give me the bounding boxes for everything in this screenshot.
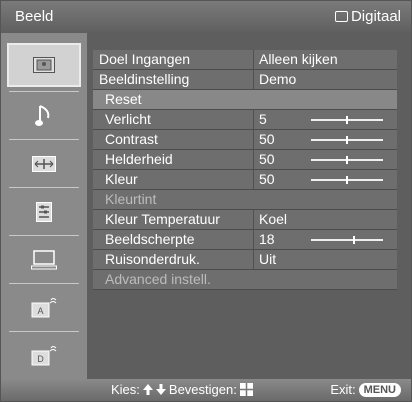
confirm-label: Bevestigen: bbox=[168, 382, 237, 397]
settings-panel: Doel Ingangen Alleen kijken Beeldinstell… bbox=[87, 33, 411, 379]
svg-text:A: A bbox=[37, 306, 43, 316]
column-divider bbox=[253, 150, 254, 169]
setup-list-icon bbox=[36, 202, 52, 222]
setting-label: Beeldscherpte bbox=[105, 231, 195, 247]
monitor-pc-icon bbox=[31, 250, 57, 270]
setting-label: Verlicht bbox=[105, 111, 151, 127]
setting-row-contrast[interactable]: Contrast 50 bbox=[93, 130, 397, 150]
setting-row-verlicht[interactable]: Verlicht 5 bbox=[93, 110, 397, 130]
setting-label: Ruisonderdruk. bbox=[105, 251, 200, 267]
arrow-down-icon bbox=[155, 384, 166, 395]
sidebar-item-screen[interactable] bbox=[1, 141, 87, 187]
sidebar-item-picture[interactable] bbox=[7, 43, 81, 87]
slider-knob[interactable] bbox=[346, 156, 348, 164]
music-note-icon bbox=[35, 105, 50, 126]
setting-label: Contrast bbox=[105, 131, 158, 147]
top-bar: Beeld Digitaal bbox=[1, 1, 411, 33]
setting-row-doel-ingangen[interactable]: Doel Ingangen Alleen kijken bbox=[93, 50, 397, 70]
column-divider bbox=[253, 70, 254, 89]
setting-value: 50 bbox=[259, 131, 275, 147]
setting-row-kleur[interactable]: Kleur 50 bbox=[93, 170, 397, 190]
setting-value: Alleen kijken bbox=[259, 51, 338, 67]
sidebar-item-analog-setup[interactable]: A bbox=[1, 285, 87, 331]
setting-label: Helderheid bbox=[105, 151, 173, 167]
level-slider[interactable] bbox=[311, 156, 383, 164]
setting-row-kleurtint: Kleurtint bbox=[93, 190, 397, 210]
analog-setup-icon: A bbox=[31, 298, 57, 318]
level-slider[interactable] bbox=[311, 236, 383, 244]
setting-value: 50 bbox=[259, 151, 275, 167]
sidebar-item-digital-setup[interactable]: D bbox=[1, 333, 87, 379]
sidebar-item-setup[interactable] bbox=[1, 189, 87, 235]
column-divider bbox=[253, 130, 254, 149]
setting-label: Kleurtint bbox=[105, 191, 157, 207]
column-divider bbox=[253, 50, 254, 69]
setting-row-kleur-temperatuur[interactable]: Kleur Temperatuur Koel bbox=[93, 210, 397, 230]
column-divider bbox=[253, 170, 254, 189]
column-divider bbox=[253, 210, 254, 229]
slider-knob[interactable] bbox=[346, 136, 348, 144]
setting-label: Advanced instell. bbox=[105, 271, 211, 287]
digital-setup-icon: D bbox=[31, 346, 57, 366]
setting-label: Beeldinstelling bbox=[99, 71, 190, 87]
navigation-hint: Kies: Bevestigen: bbox=[111, 382, 253, 397]
sidebar-divider bbox=[9, 331, 79, 332]
level-slider[interactable] bbox=[311, 136, 383, 144]
setting-value: Uit bbox=[259, 251, 277, 267]
setting-value: 5 bbox=[259, 111, 267, 127]
screen-format-icon bbox=[32, 156, 56, 172]
sidebar-item-sound[interactable] bbox=[1, 93, 87, 139]
setting-value: 50 bbox=[259, 171, 275, 187]
setting-row-beeldscherpte[interactable]: Beeldscherpte 18 bbox=[93, 230, 397, 250]
sidebar-divider bbox=[9, 139, 79, 140]
sidebar-item-pc[interactable] bbox=[1, 237, 87, 283]
column-divider bbox=[253, 110, 254, 129]
bottom-hint-bar: Kies: Bevestigen: Exit: MENU bbox=[1, 379, 411, 401]
setting-value: Koel bbox=[259, 211, 288, 227]
setting-row-helderheid[interactable]: Helderheid 50 bbox=[93, 150, 397, 170]
setting-label: Doel Ingangen bbox=[99, 51, 191, 67]
tv-menu-window: Beeld Digitaal A D Doel Ingangen Alleen … bbox=[0, 0, 412, 402]
setting-label: Reset bbox=[105, 91, 142, 107]
column-divider bbox=[253, 250, 254, 269]
setting-row-reset[interactable]: Reset bbox=[93, 90, 397, 110]
sidebar-divider bbox=[9, 187, 79, 188]
tv-input-icon bbox=[334, 11, 348, 22]
setting-value: 18 bbox=[259, 231, 275, 247]
level-slider[interactable] bbox=[311, 116, 383, 124]
select-label: Kies: bbox=[111, 382, 140, 397]
setting-row-beeldinstelling[interactable]: Beeldinstelling Demo bbox=[93, 70, 397, 90]
column-divider bbox=[253, 230, 254, 249]
menu-button[interactable]: MENU bbox=[358, 382, 401, 397]
setting-label: Kleur bbox=[105, 171, 138, 187]
setting-label: Kleur Temperatuur bbox=[105, 211, 220, 227]
level-slider[interactable] bbox=[311, 176, 383, 184]
slider-knob[interactable] bbox=[353, 236, 355, 244]
slider-knob[interactable] bbox=[346, 176, 348, 184]
category-sidebar: A D bbox=[1, 33, 87, 379]
setting-row-ruisonderdruk[interactable]: Ruisonderdruk. Uit bbox=[93, 250, 397, 270]
slider-knob[interactable] bbox=[346, 116, 348, 124]
picture-icon bbox=[33, 57, 55, 73]
input-label: Digitaal bbox=[350, 8, 401, 25]
exit-hint: Exit: MENU bbox=[330, 382, 401, 397]
svg-text:D: D bbox=[37, 354, 44, 364]
sidebar-divider bbox=[9, 283, 79, 284]
input-indicator: Digitaal bbox=[334, 8, 401, 25]
setting-value: Demo bbox=[259, 71, 297, 87]
enter-cross-icon bbox=[239, 383, 253, 396]
sidebar-divider bbox=[9, 235, 79, 236]
menu-title: Beeld bbox=[15, 8, 54, 25]
arrow-up-icon bbox=[142, 384, 153, 395]
exit-label: Exit: bbox=[330, 382, 356, 397]
sidebar-divider bbox=[9, 91, 79, 92]
setting-row-advanced: Advanced instell. bbox=[93, 270, 397, 290]
